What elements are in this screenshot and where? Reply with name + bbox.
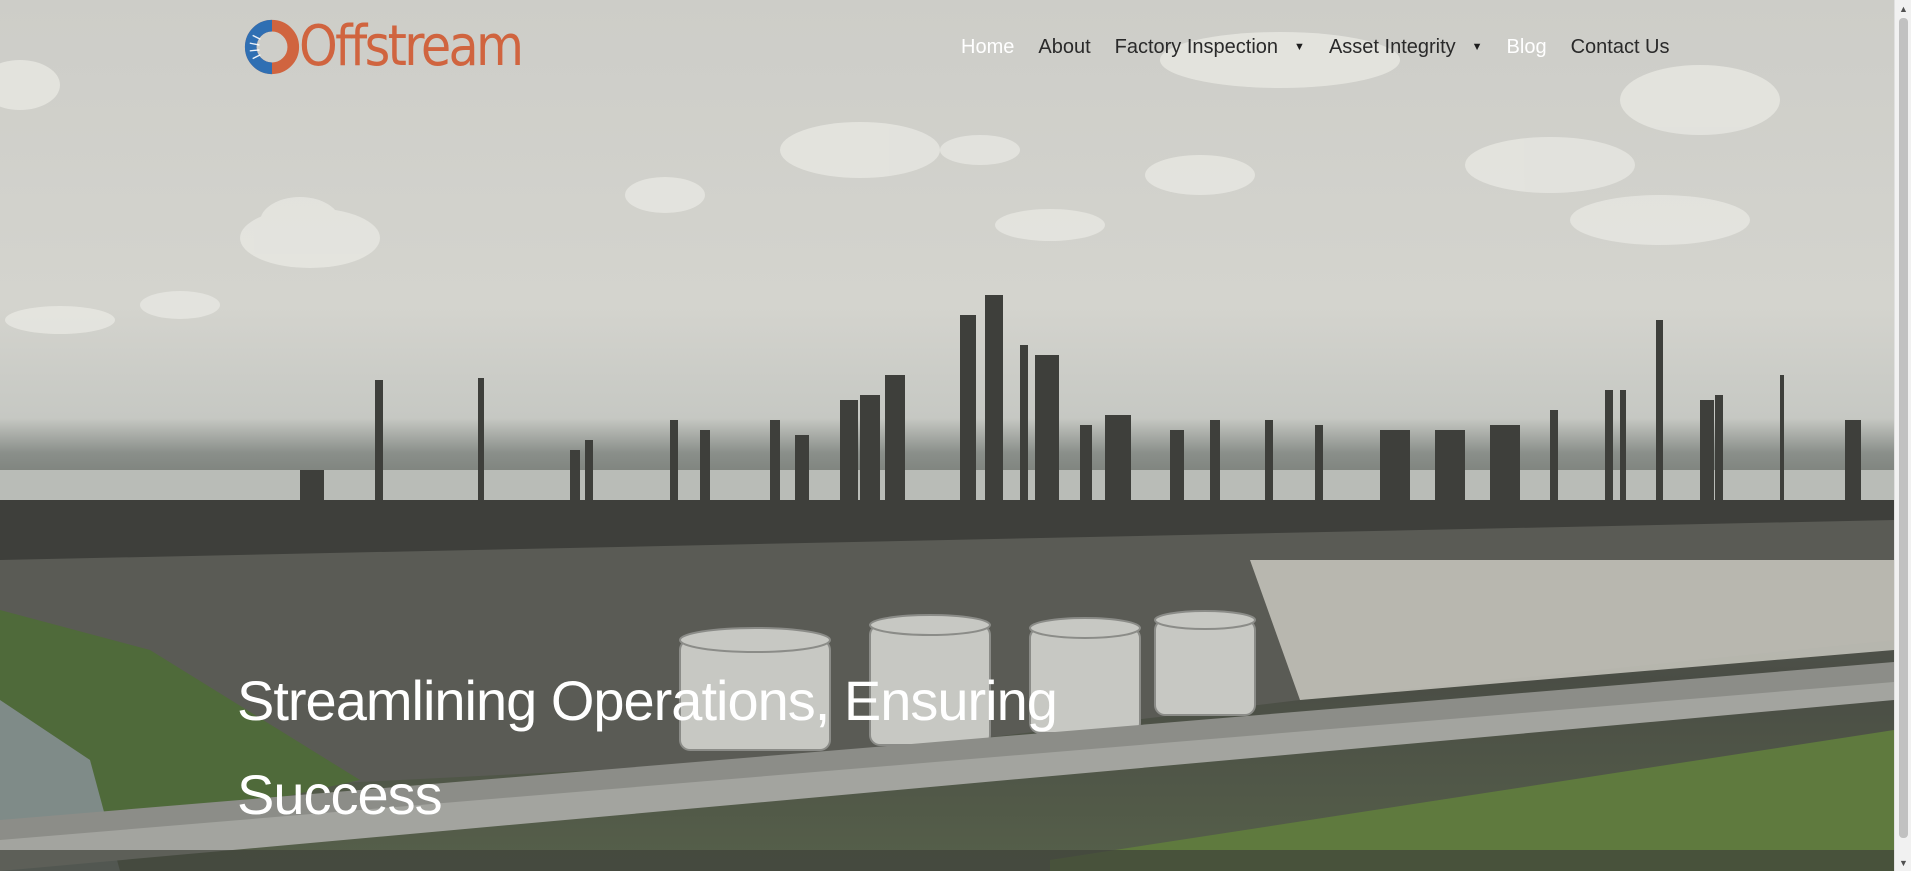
nav-asset-integrity-label: Asset Integrity (1328, 36, 1456, 58)
arrow-up-icon[interactable]: ▲ (1895, 0, 1911, 17)
vertical-scrollbar[interactable]: ▲ ▼ (1894, 0, 1911, 871)
scrollbar-thumb[interactable] (1899, 18, 1908, 838)
nav-blog[interactable]: Blog (1507, 36, 1547, 59)
main-nav: Home About Factory Inspection ▼ Asset Int… (961, 36, 1694, 59)
hero-banner: Offstream Home About Factory Inspection ▼… (0, 0, 1894, 871)
browser-viewport: Offstream Home About Factory Inspection ▼… (0, 0, 1911, 871)
site-header: Offstream Home About Factory Inspection ▼… (0, 0, 1894, 100)
hero-headline-line-1: Streamlining Operations, Ensuring (237, 668, 1058, 732)
hero-headline: Streamlining Operations, Ensuring Succes… (237, 654, 1137, 842)
nav-factory-inspection[interactable]: Factory Inspection ▼ (1115, 36, 1305, 59)
nav-home[interactable]: Home (961, 36, 1014, 59)
brand-name: Offstream (299, 14, 524, 79)
nav-factory-inspection-label: Factory Inspection (1114, 36, 1279, 58)
brand-logo[interactable]: Offstream (243, 14, 552, 80)
hero-headline-line-2: Success (237, 762, 443, 826)
caret-down-icon[interactable]: ▼ (1472, 41, 1483, 53)
arrow-down-icon[interactable]: ▼ (1895, 854, 1911, 871)
logo-ring-icon (244, 19, 300, 75)
caret-down-icon[interactable]: ▼ (1294, 41, 1305, 53)
nav-about[interactable]: About (1038, 36, 1090, 59)
nav-contact-us[interactable]: Contact Us (1571, 36, 1670, 59)
nav-asset-integrity[interactable]: Asset Integrity ▼ (1329, 36, 1483, 59)
